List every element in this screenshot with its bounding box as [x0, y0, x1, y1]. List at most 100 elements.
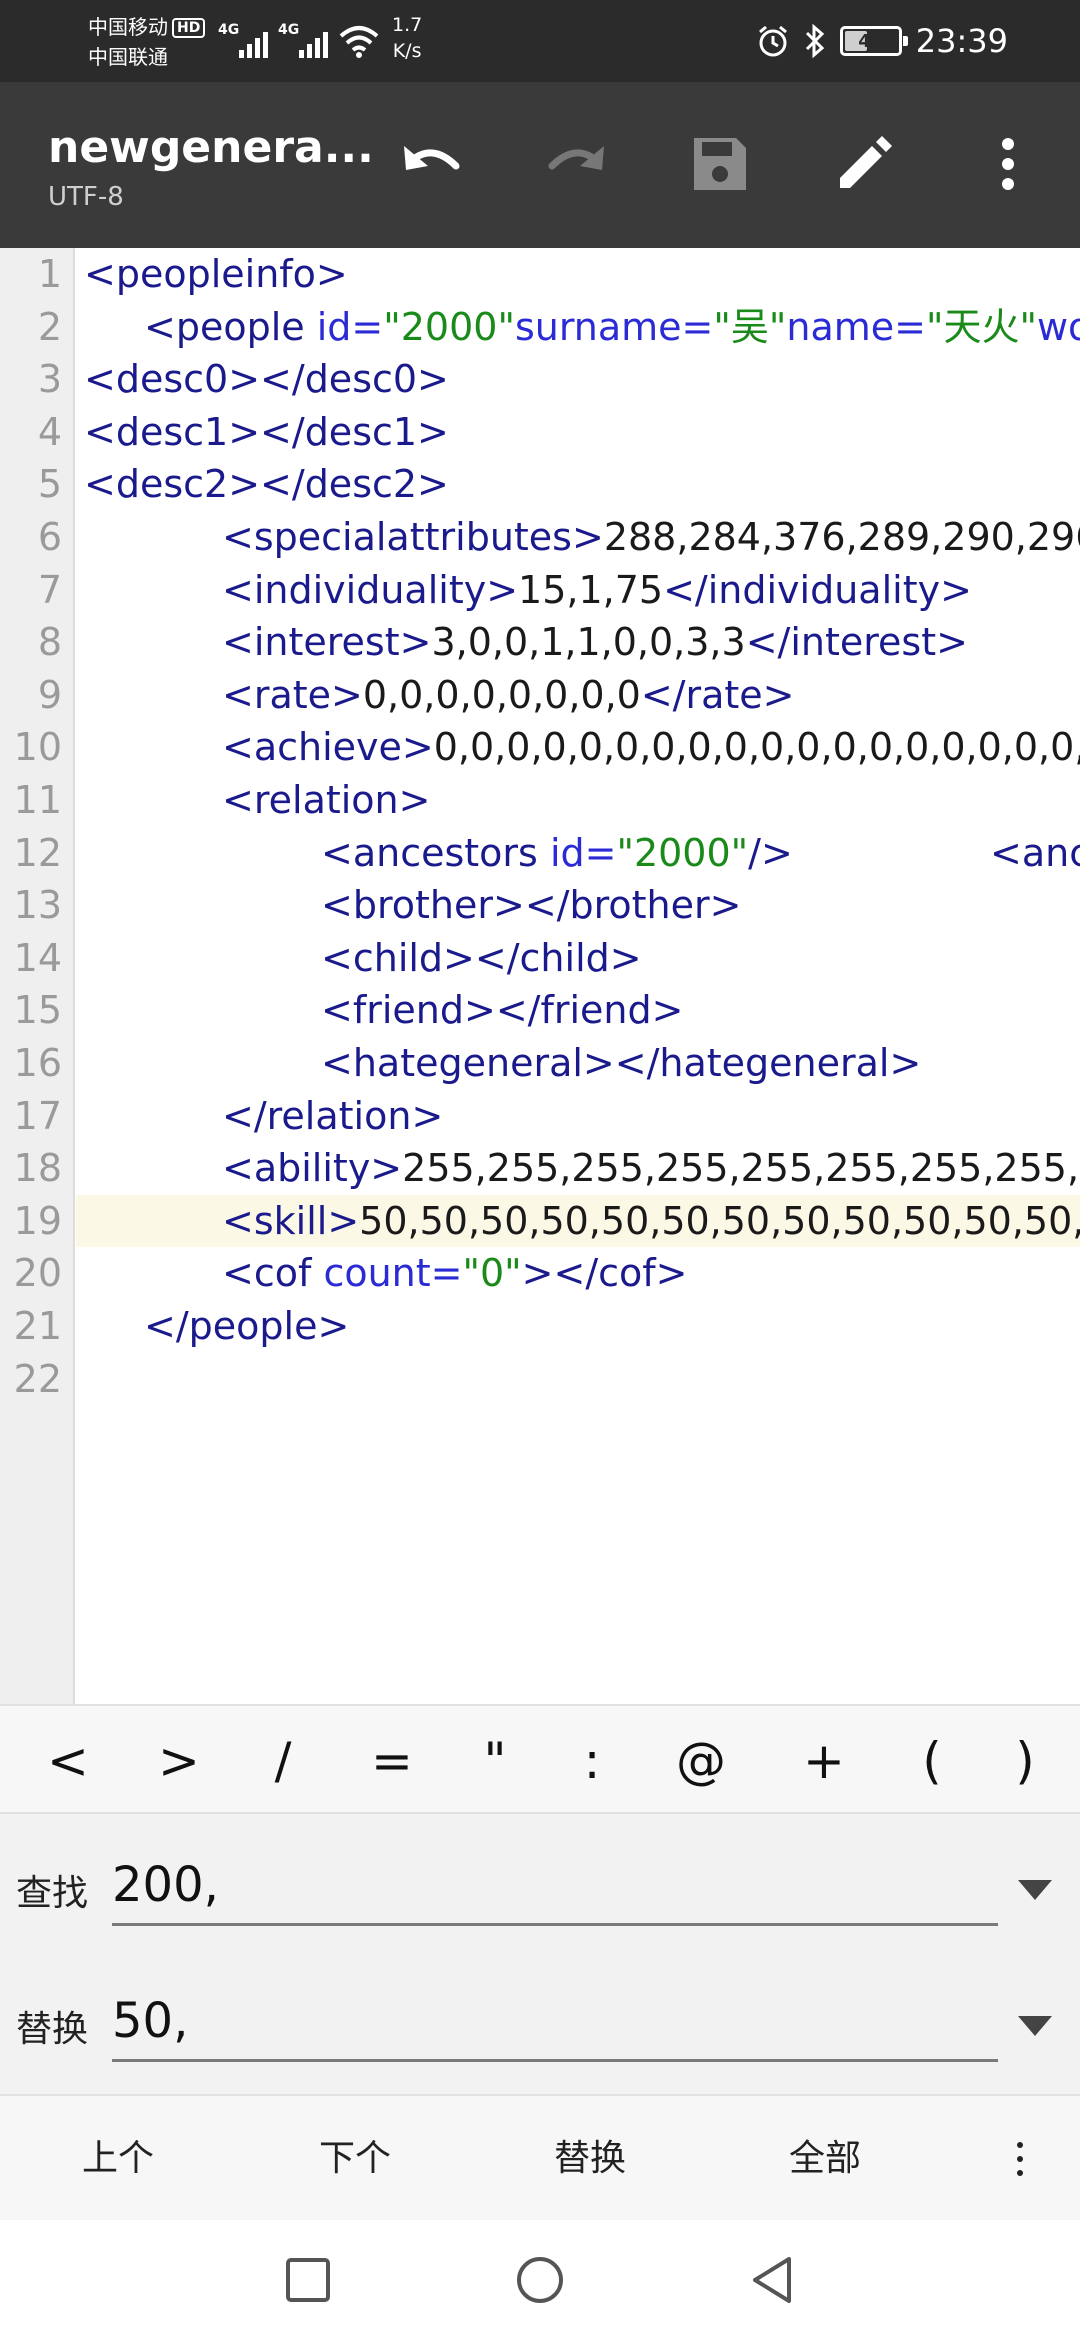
- code-line[interactable]: <peopleinfo>: [76, 248, 1080, 301]
- code-token: 15,1,75: [518, 567, 664, 612]
- carrier-2: 中国联通: [88, 45, 168, 69]
- line-number: 1: [37, 252, 62, 296]
- code-token: <relation>: [222, 778, 431, 822]
- status-bar: 中国移动 HD 中国联通 4G 4G 1.7 K/s 47 23:39: [0, 0, 1080, 82]
- signal-icon-2: 4G: [278, 22, 328, 58]
- code-line[interactable]: <specialattributes>288,284,376,289,290,2…: [76, 511, 1080, 564]
- code-line[interactable]: <child></child>: [76, 932, 1080, 985]
- code-token: <desc1></desc1>: [84, 409, 449, 454]
- code-line[interactable]: <individuality>15,1,75</individuality>: [76, 564, 1080, 617]
- replace-button[interactable]: 替换: [490, 2096, 690, 2222]
- replace-label: 替换: [16, 2009, 89, 2050]
- code-line[interactable]: <people id="2000"surname="吴"name="天火"wo: [76, 301, 1080, 354]
- code-token-overflow: <anc: [990, 830, 1080, 875]
- symbol-key[interactable]: =: [352, 1706, 432, 1816]
- code-line[interactable]: <ancestors id="2000"/> <anc: [76, 827, 1080, 880]
- code-token: 0,0,0,0,0,0,0,0,0,0,0,0,0,0,0,0,0,0,0,0,…: [433, 725, 1080, 770]
- find-input[interactable]: 200,: [112, 1846, 998, 1926]
- edit-button[interactable]: [822, 122, 906, 206]
- code-token: 288,284,376,289,290,296: [603, 515, 1080, 559]
- code-line[interactable]: </relation>: [76, 1090, 1080, 1143]
- code-line[interactable]: [76, 1353, 1080, 1406]
- symbol-key[interactable]: @: [661, 1706, 741, 1816]
- code-line[interactable]: <rate>0,0,0,0,0,0,0,0</rate>: [76, 669, 1080, 722]
- recents-icon: [286, 2258, 330, 2302]
- line-number: 16: [13, 1041, 62, 1085]
- code-token: <individuality>: [222, 567, 519, 612]
- find-actions-bar: 上个 下个 替换 全部: [0, 2094, 1080, 2220]
- replace-input[interactable]: 50,: [112, 1982, 998, 2062]
- line-number: 4: [37, 409, 62, 454]
- speed-unit: K/s: [392, 40, 422, 62]
- code-line[interactable]: <desc0></desc0>: [76, 353, 1080, 406]
- find-previous-button[interactable]: 上个: [18, 2096, 218, 2222]
- code-line[interactable]: <cof count="0"></cof>: [76, 1247, 1080, 1300]
- code-line[interactable]: </people>: [76, 1300, 1080, 1353]
- code-token: </interest>: [745, 620, 968, 665]
- code-token: name=: [786, 304, 926, 349]
- line-number: 17: [13, 1093, 62, 1138]
- code-editor[interactable]: 1 2 3 4 5 6 7 8 9 10 11 12 13 14 15 16 17 18 19 20 21 22 <peo…: [0, 248, 1080, 1704]
- undo-button[interactable]: [390, 122, 474, 206]
- symbol-key[interactable]: (: [892, 1706, 972, 1816]
- find-history-dropdown-icon[interactable]: [1018, 1880, 1052, 1900]
- redo-button[interactable]: [534, 122, 618, 206]
- code-token: 3,0,0,1,1,0,0,3,3: [431, 620, 746, 665]
- signal-icon-1: 4G: [218, 22, 268, 58]
- replace-history-dropdown-icon[interactable]: [1018, 2016, 1052, 2036]
- code-token: count=: [323, 1251, 463, 1296]
- symbol-key[interactable]: :: [552, 1706, 632, 1816]
- line-number: 5: [37, 462, 62, 507]
- symbol-key[interactable]: <: [28, 1706, 108, 1816]
- symbol-key[interactable]: ): [985, 1706, 1065, 1816]
- system-nav-bar: [0, 2220, 1080, 2340]
- alarm-icon: [758, 25, 787, 57]
- find-next-button[interactable]: 下个: [255, 2096, 455, 2222]
- line-number: 9: [37, 672, 62, 717]
- code-token: <desc2></desc2>: [84, 462, 449, 507]
- code-token: <skill>: [222, 1198, 360, 1243]
- home-button[interactable]: [510, 2250, 570, 2310]
- symbol-key[interactable]: ": [455, 1706, 535, 1816]
- code-token: "天火": [925, 304, 1037, 349]
- code-token: <achieve>: [222, 725, 434, 770]
- code-line[interactable]: <relation>: [76, 774, 1080, 827]
- code-token: <rate>: [222, 672, 363, 717]
- code-line[interactable]: <achieve>0,0,0,0,0,0,0,0,0,0,0,0,0,0,0,0…: [76, 721, 1080, 774]
- file-encoding: UTF-8: [48, 182, 124, 212]
- code-line[interactable]: <skill>50,50,50,50,50,50,50,50,50,50,50,…: [76, 1194, 1080, 1248]
- symbol-key[interactable]: >: [139, 1706, 219, 1816]
- line-number: 18: [13, 1146, 62, 1191]
- status-right: 47 23:39: [756, 18, 1008, 64]
- save-button[interactable]: [678, 122, 762, 206]
- more-options-button[interactable]: [966, 122, 1050, 206]
- line-number: 15: [13, 988, 62, 1033]
- recents-button[interactable]: [278, 2250, 338, 2310]
- code-line[interactable]: <brother></brother>: [76, 879, 1080, 932]
- code-line[interactable]: <hategeneral></hategeneral>: [76, 1037, 1080, 1090]
- code-line[interactable]: <friend></friend>: [76, 984, 1080, 1037]
- replace-all-button[interactable]: 全部: [725, 2096, 925, 2222]
- line-number: 11: [13, 778, 62, 822]
- code-token: 50,50,50,50,50,50,50,50,50,50,50,50,5: [359, 1198, 1080, 1243]
- find-replace-panel: 查找 200, 替换 50,: [0, 1814, 1080, 2094]
- find-label: 查找: [16, 1873, 89, 1914]
- symbol-key[interactable]: +: [784, 1706, 864, 1816]
- line-number: 13: [13, 883, 62, 928]
- code-token: />: [748, 830, 793, 875]
- file-name[interactable]: newgenera...: [48, 122, 374, 173]
- code-token: "吴": [713, 304, 787, 349]
- code-token: <friend></friend>: [321, 988, 684, 1033]
- code-token: <cof: [222, 1251, 324, 1296]
- back-button[interactable]: [742, 2250, 802, 2310]
- symbol-key[interactable]: /: [243, 1706, 323, 1816]
- code-line[interactable]: <interest>3,0,0,1,1,0,0,3,3</interest>: [76, 616, 1080, 669]
- find-more-icon[interactable]: [1000, 2096, 1040, 2222]
- code-line[interactable]: <ability>255,255,255,255,255,255,255,255…: [76, 1142, 1080, 1195]
- line-number: 2: [37, 304, 62, 349]
- line-number: 3: [37, 357, 62, 402]
- code-line[interactable]: <desc1></desc1>: [76, 406, 1080, 459]
- undo-icon: [404, 146, 460, 170]
- code-token: surname=: [514, 304, 714, 349]
- code-line[interactable]: <desc2></desc2>: [76, 458, 1080, 511]
